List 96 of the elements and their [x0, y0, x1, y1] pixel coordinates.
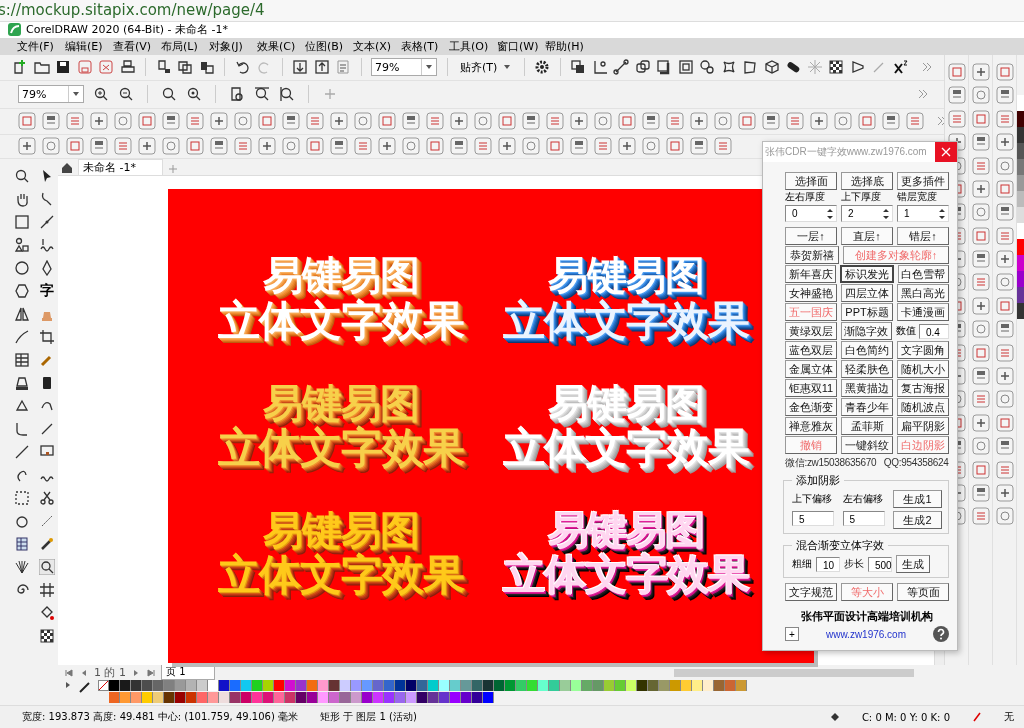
number-spinner[interactable]: 0 [785, 205, 837, 222]
panel-title: 张伟CDR一键字效www.zw1976.com [764, 145, 928, 159]
effect-button[interactable]: 白色雪帮 [897, 265, 949, 283]
offset-field[interactable]: 5 [792, 511, 834, 526]
effect-button[interactable]: 金属立体 [785, 360, 837, 378]
artwork-headline: 立体文字效果 [217, 297, 464, 343]
artwork-headline: 易键易图 [262, 381, 419, 425]
outline-value: 无 [1004, 710, 1014, 725]
panel-button[interactable]: 生成 [896, 555, 930, 573]
effect-button[interactable]: 黑白高光 [897, 284, 949, 302]
number-spinner[interactable]: 1 [897, 205, 949, 222]
object-info: 矩形 于 图层 1 (活动) [320, 710, 417, 725]
menu-item[interactable]: 查看(V) [113, 38, 158, 54]
effect-button[interactable]: 渐隐字效 [840, 322, 892, 340]
artwork-headline: 立体文字效果 [502, 297, 749, 343]
menu-item[interactable]: 窗口(W) [497, 38, 542, 54]
panel-button[interactable]: 文字规范 [785, 583, 837, 601]
group-title: 混合渐变立体字效 [795, 538, 885, 553]
artwork-headline: 易键易图 [547, 254, 704, 298]
panel-button[interactable]: 选择面 [785, 172, 837, 190]
value-field[interactable]: 0.4 [919, 323, 949, 339]
object-size: 宽度: 193.873 高度: 49.481 中心: (101.759, 49.106) 毫米 [22, 710, 299, 725]
panel-button[interactable]: 等页面 [897, 583, 949, 601]
menu-item[interactable]: 工具(O) [449, 38, 494, 54]
fill-values: C: 0 M: 0 Y: 0 K: 0 [861, 711, 950, 723]
effect-button[interactable]: 一层↑ [785, 227, 837, 245]
effect-button[interactable]: 四层立体 [841, 284, 893, 302]
effect-button[interactable]: 标识发光 [840, 265, 894, 283]
panel-button[interactable]: 更多插件 [897, 172, 949, 190]
effect-button[interactable]: PPT标题 [841, 303, 893, 321]
effect-button[interactable]: 复古海报 [897, 379, 949, 397]
menu-item[interactable]: 帮助(H) [545, 38, 590, 54]
snap-dropdown[interactable]: 贴齐(T) [457, 59, 515, 75]
effect-button[interactable]: 钜惠双11 [785, 379, 837, 397]
panel-button[interactable]: 生成2 [893, 511, 942, 529]
artwork-headline: 易键易图 [262, 509, 419, 553]
effect-button[interactable]: 随机波点 [897, 398, 949, 416]
effect-button[interactable]: 错层↑ [897, 227, 949, 245]
field-label: 上下偏移 [792, 492, 833, 506]
effect-button[interactable]: 卡通漫画 [897, 303, 949, 321]
menu-item[interactable]: 位图(B) [305, 38, 350, 54]
field-label: 错层宽度 [897, 190, 938, 204]
thickness-field[interactable]: 10 [816, 556, 840, 572]
effect-button[interactable]: 恭贺新禧 [785, 246, 839, 264]
effect-button[interactable]: 青春少年 [841, 398, 893, 416]
effect-button[interactable]: 孟菲斯 [841, 417, 893, 435]
expand-button[interactable]: + [785, 627, 799, 641]
zoom-dropdown[interactable]: 79% [371, 58, 437, 77]
footer-text: 张伟平面设计高端培训机构 [800, 609, 934, 624]
effect-button[interactable]: 白色简约 [841, 341, 893, 359]
field-label: 步长 [844, 557, 864, 571]
page-position: 1 的 1 [94, 665, 126, 681]
effect-button[interactable]: 女神盛艳 [785, 284, 837, 302]
text-tool[interactable]: 字 [40, 282, 54, 301]
artwork-headline: 易键易图 [547, 381, 704, 425]
effect-button[interactable]: 黑黄描边 [841, 379, 893, 397]
effect-button[interactable]: 随机大小 [897, 360, 949, 378]
field-label: 上下厚度 [841, 190, 882, 204]
offset-field[interactable]: 5 [842, 511, 885, 526]
artwork-headline: 立体文字效果 [217, 424, 464, 471]
effect-button[interactable]: 扁平阴影 [897, 417, 949, 435]
artwork-headline: 立体文字效果 [502, 552, 749, 598]
artwork-headline: 易键易图 [547, 509, 704, 553]
number-spinner[interactable]: 2 [841, 205, 893, 222]
menu-item[interactable]: 布局(L) [161, 38, 206, 54]
effect-button[interactable]: 黄绿双层 [785, 322, 837, 340]
effect-button[interactable]: 轻柔肤色 [841, 360, 893, 378]
effect-button[interactable]: 蓝色双层 [785, 341, 837, 359]
field-label: 数值 [896, 324, 916, 338]
artwork-headline: 易键易图 [262, 254, 419, 298]
group-title: 添加阴影 [795, 473, 841, 488]
menu-item[interactable]: 对象(J) [209, 38, 254, 54]
contact-text: 微信:zw15038635670 QQ:954358624 [785, 456, 949, 469]
page-tab[interactable]: 页 1 [161, 665, 215, 681]
menu-item[interactable]: 文件(F) [17, 38, 62, 54]
effect-button[interactable]: 新年喜庆 [785, 265, 837, 283]
effect-button[interactable]: 文字圆角 [897, 341, 949, 359]
field-label: 粗细 [792, 557, 812, 571]
field-label: 左右偏移 [842, 492, 884, 506]
effect-button[interactable]: 禅意雅灰 [785, 417, 837, 435]
menu-item[interactable]: 表格(T) [401, 38, 446, 54]
effect-button[interactable]: 一键斜纹 [841, 436, 893, 454]
panel-button[interactable]: 生成1 [893, 490, 942, 508]
website-link[interactable]: www.zw1976.com [826, 628, 906, 640]
effect-button[interactable]: 直层↑ [841, 227, 893, 245]
menu-item[interactable]: 效果(C) [257, 38, 302, 54]
field-label: 左右厚度 [785, 190, 826, 204]
steps-field[interactable]: 500 [868, 556, 892, 572]
effect-button[interactable]: 金色渐变 [785, 398, 837, 416]
menu-item[interactable]: 文本(X) [353, 38, 398, 54]
menu-item[interactable]: 编辑(E) [65, 38, 110, 54]
window-title: CorelDRAW 2020 (64-Bit) - 未命名 -1* [26, 22, 228, 38]
artwork-headline: 立体文字效果 [502, 424, 749, 471]
panel-button[interactable]: 选择底 [841, 172, 893, 190]
zoom-dropdown[interactable]: 79% [18, 85, 84, 104]
artwork-headline: 立体文字效果 [217, 552, 464, 598]
